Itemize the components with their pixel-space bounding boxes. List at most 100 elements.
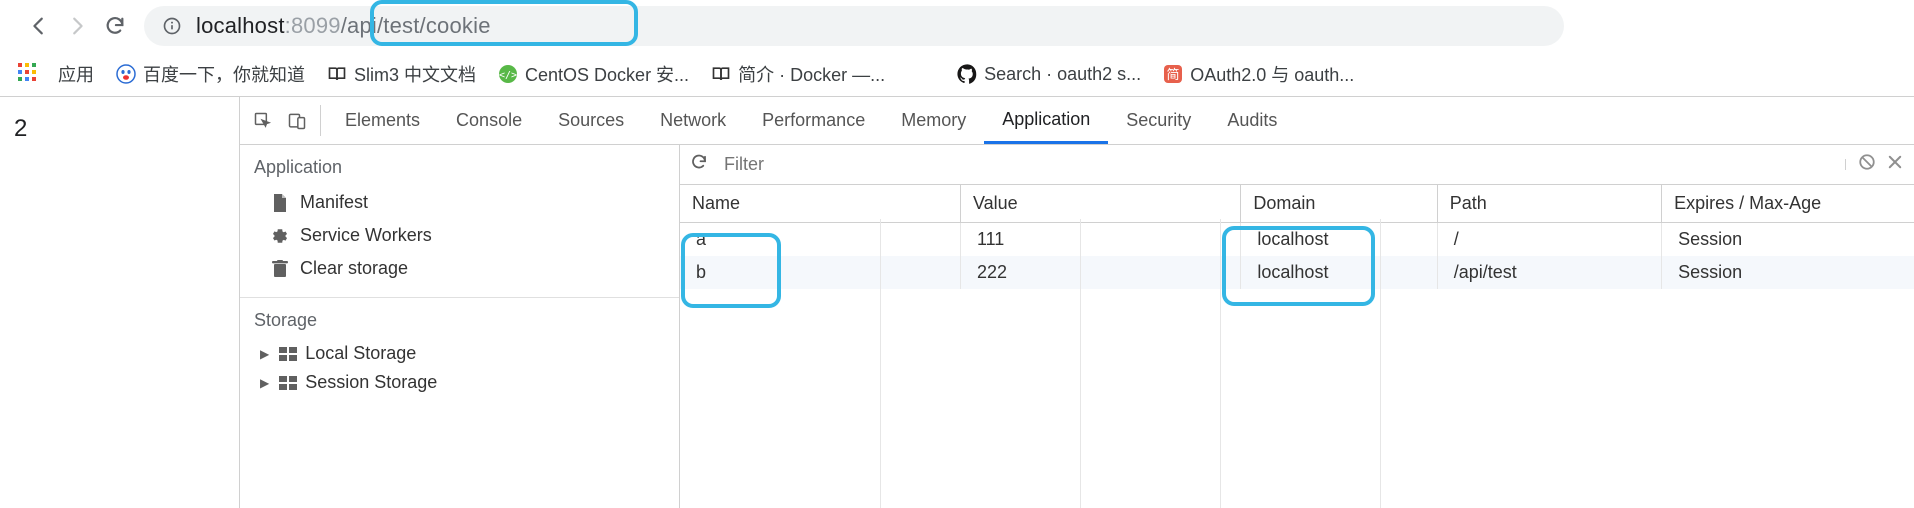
application-sidebar: Application Manifest Service Workers Cle… xyxy=(240,145,680,508)
book-favicon-icon xyxy=(327,64,347,84)
inspect-icon xyxy=(253,111,273,131)
cookies-table-wrap: Name Value Domain Path Expires / Max-Age… xyxy=(680,185,1914,508)
tab-performance[interactable]: Performance xyxy=(744,97,883,144)
storage-icon xyxy=(279,347,297,361)
col-label: Domain xyxy=(1253,193,1315,213)
cell-value: 222 xyxy=(960,256,1240,289)
cell-expires: Session xyxy=(1662,256,1914,289)
tab-label: Sources xyxy=(558,110,624,131)
back-button[interactable] xyxy=(22,9,56,43)
refresh-button[interactable] xyxy=(690,153,708,176)
page-text: 2 xyxy=(14,115,27,142)
delete-button[interactable] xyxy=(1886,153,1904,176)
sidebar-item-session-storage[interactable]: ▶ Session Storage xyxy=(240,368,679,397)
bookmark-item[interactable]: 简 OAuth2.0 与 oauth... xyxy=(1163,61,1354,87)
browser-nav-row: localhost:8099/api/test/cookie xyxy=(0,0,1914,52)
svg-text:</>: </> xyxy=(499,70,517,81)
cell-name: a xyxy=(680,223,960,257)
arrow-right-icon xyxy=(66,15,88,37)
sidebar-heading-application: Application xyxy=(240,145,679,186)
tab-audits[interactable]: Audits xyxy=(1209,97,1295,144)
tab-label: Performance xyxy=(762,110,865,131)
url-port: :8099 xyxy=(285,13,341,38)
jian-favicon-icon: 简 xyxy=(1163,64,1183,84)
site-info-icon[interactable] xyxy=(162,16,182,36)
tab-sources[interactable]: Sources xyxy=(540,97,642,144)
sidebar-item-clear-storage[interactable]: Clear storage xyxy=(240,252,679,285)
col-label: Expires / Max-Age xyxy=(1674,193,1821,213)
separator xyxy=(1845,159,1846,170)
separator xyxy=(320,105,321,136)
book-favicon-icon xyxy=(711,64,731,84)
content-pane: 2 Elements Console Sources Network Perfo… xyxy=(0,96,1914,508)
sidebar-item-manifest[interactable]: Manifest xyxy=(240,186,679,219)
reload-button[interactable] xyxy=(98,9,132,43)
document-icon xyxy=(270,193,290,213)
bookmark-item[interactable]: Slim3 中文文档 xyxy=(327,61,476,87)
trash-icon xyxy=(270,259,290,279)
url-text: localhost:8099/api/test/cookie xyxy=(196,13,491,39)
tab-console[interactable]: Console xyxy=(438,97,540,144)
tab-elements[interactable]: Elements xyxy=(327,97,438,144)
apps-label[interactable]: 应用 xyxy=(58,61,94,87)
tab-security[interactable]: Security xyxy=(1108,97,1209,144)
cell-domain: localhost xyxy=(1241,223,1437,257)
clear-all-button[interactable] xyxy=(1858,153,1876,176)
col-label: Name xyxy=(692,193,740,213)
page-body: 2 xyxy=(0,97,240,508)
cell-value: 111 xyxy=(960,223,1240,257)
bookmark-label: CentOS Docker 安... xyxy=(525,61,689,87)
bookmark-item[interactable]: 百度一下，你就知道 xyxy=(116,61,305,87)
no-entry-icon xyxy=(1858,153,1876,171)
sidebar-item-label: Clear storage xyxy=(300,258,408,279)
sidebar-item-label: Manifest xyxy=(300,192,368,213)
disclosure-triangle-icon: ▶ xyxy=(260,376,269,390)
bookmark-label: OAuth2.0 与 oauth... xyxy=(1190,61,1354,87)
bookmarks-bar: 应用 百度一下，你就知道 Slim3 中文文档 </> CentOS Docke… xyxy=(0,52,1914,96)
col-label: Path xyxy=(1450,193,1487,213)
svg-text:简: 简 xyxy=(1167,67,1180,82)
table-row[interactable]: b 222 localhost /api/test Session xyxy=(680,256,1914,289)
device-icon xyxy=(287,111,307,131)
forward-button[interactable] xyxy=(60,9,94,43)
table-row[interactable]: a 111 localhost / Session xyxy=(680,223,1914,257)
bookmark-item[interactable]: Search · oauth2 s... xyxy=(957,64,1141,85)
bookmark-label: Search · oauth2 s... xyxy=(984,64,1141,85)
tab-network[interactable]: Network xyxy=(642,97,744,144)
close-icon xyxy=(1886,153,1904,171)
col-expires[interactable]: Expires / Max-Age xyxy=(1662,185,1914,223)
github-favicon-icon xyxy=(957,64,977,84)
baidu-favicon-icon xyxy=(116,64,136,84)
sidebar-item-label: Local Storage xyxy=(305,343,416,364)
col-name[interactable]: Name xyxy=(680,185,960,223)
tab-label: Network xyxy=(660,110,726,131)
col-domain[interactable]: Domain xyxy=(1241,185,1437,223)
cell-expires: Session xyxy=(1662,223,1914,257)
inspect-element-button[interactable] xyxy=(246,97,280,145)
tab-memory[interactable]: Memory xyxy=(883,97,984,144)
cookies-toolbar xyxy=(680,145,1914,185)
bookmark-item[interactable]: 简介 · Docker —... xyxy=(711,61,885,87)
tab-label: Application xyxy=(1002,109,1090,130)
address-bar[interactable]: localhost:8099/api/test/cookie xyxy=(144,6,1564,46)
col-path[interactable]: Path xyxy=(1437,185,1661,223)
sidebar-item-label: Service Workers xyxy=(300,225,432,246)
sidebar-item-label: Session Storage xyxy=(305,372,437,393)
sidebar-item-local-storage[interactable]: ▶ Local Storage xyxy=(240,339,679,368)
cell-name: b xyxy=(680,256,960,289)
sidebar-heading-storage: Storage xyxy=(240,298,679,339)
cookies-panel: Name Value Domain Path Expires / Max-Age… xyxy=(680,145,1914,508)
tab-application[interactable]: Application xyxy=(984,97,1108,144)
filter-input[interactable] xyxy=(718,150,1833,179)
storage-icon xyxy=(279,376,297,390)
apps-icon[interactable] xyxy=(18,63,36,86)
tab-label: Elements xyxy=(345,110,420,131)
col-value[interactable]: Value xyxy=(960,185,1240,223)
cell-path: /api/test xyxy=(1437,256,1661,289)
sidebar-item-service-workers[interactable]: Service Workers xyxy=(240,219,679,252)
table-header-row: Name Value Domain Path Expires / Max-Age xyxy=(680,185,1914,223)
cell-domain: localhost xyxy=(1241,256,1437,289)
bookmark-item[interactable]: </> CentOS Docker 安... xyxy=(498,61,689,87)
gear-icon xyxy=(270,226,290,246)
device-toolbar-button[interactable] xyxy=(280,97,314,145)
